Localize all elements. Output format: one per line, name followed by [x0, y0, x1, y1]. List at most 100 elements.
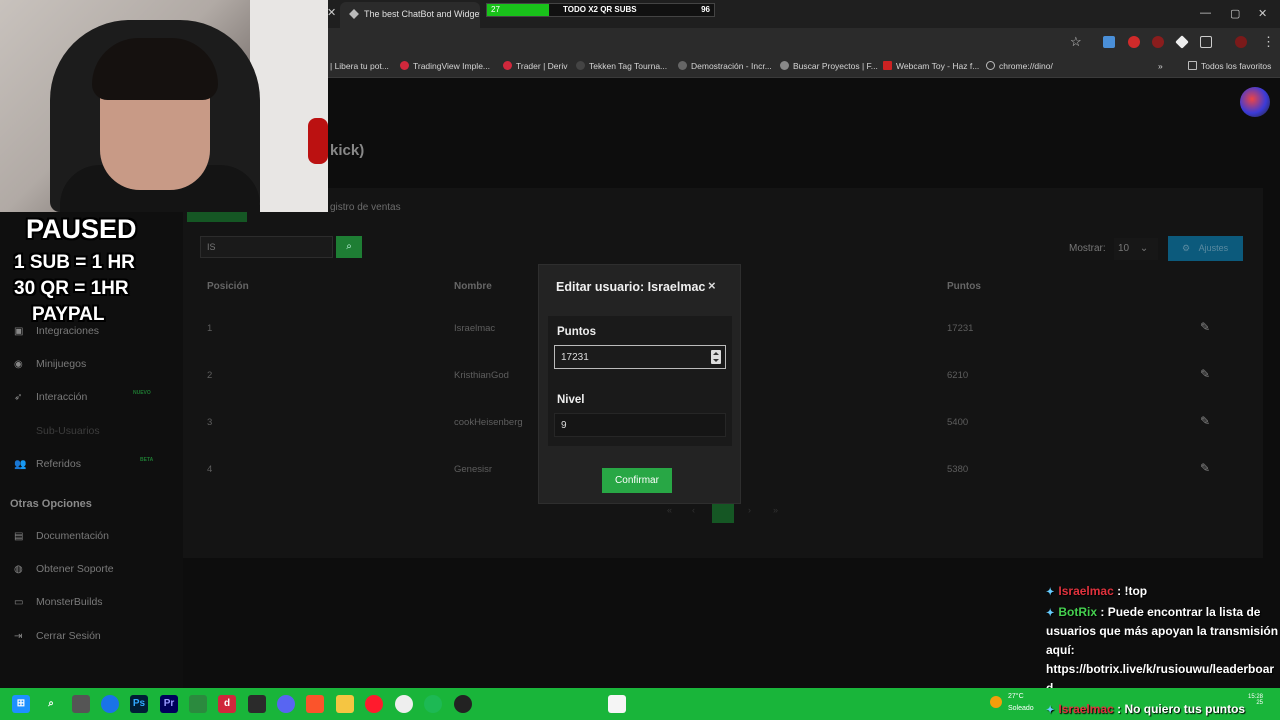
- edit-pencil-icon[interactable]: ✎: [1200, 461, 1210, 475]
- modal-title: Editar usuario: Israelmac: [556, 280, 706, 294]
- close-tab-icon[interactable]: ✕: [327, 6, 336, 19]
- cell-name: Genesisr: [454, 464, 493, 475]
- profile-avatar-icon[interactable]: [1235, 36, 1247, 48]
- extensions-puzzle-icon[interactable]: [1200, 36, 1212, 48]
- pagination-current[interactable]: [712, 503, 734, 523]
- all-bookmarks[interactable]: Todos los favoritos: [1188, 61, 1271, 71]
- column-header-name[interactable]: Nombre: [454, 281, 492, 292]
- folder-icon[interactable]: [336, 695, 354, 713]
- cell-points: 6210: [947, 370, 969, 381]
- windows-start-icon[interactable]: ⊞: [12, 695, 30, 713]
- store-icon[interactable]: [189, 695, 207, 713]
- maximize-icon[interactable]: ▢: [1230, 7, 1240, 20]
- edit-pencil-icon[interactable]: ✎: [1200, 367, 1210, 381]
- bookmark-favicon-icon: [883, 61, 892, 70]
- points-input[interactable]: [554, 345, 726, 369]
- extension-icon[interactable]: [1152, 36, 1164, 48]
- bookmark-item[interactable]: Demostración - Incr...: [678, 61, 772, 71]
- bookmark-item[interactable]: Trader | Deriv: [503, 61, 568, 71]
- cell-name: cookHeisenberg: [454, 417, 523, 428]
- column-header-points[interactable]: Puntos: [947, 281, 981, 292]
- bookmarks-overflow-icon[interactable]: »: [1158, 61, 1163, 71]
- user-avatar[interactable]: [1240, 87, 1270, 117]
- browser-menu-icon[interactable]: ⋮: [1262, 34, 1275, 50]
- discord-icon[interactable]: [277, 695, 295, 713]
- app-icon[interactable]: [72, 695, 90, 713]
- search-input[interactable]: [200, 236, 333, 258]
- points-label: Puntos: [557, 326, 596, 338]
- photoshop-icon[interactable]: Ps: [130, 695, 148, 713]
- sidebar-item-logout[interactable]: ⇥ Cerrar Sesión: [14, 630, 101, 642]
- monitor-icon: ▭: [14, 597, 24, 608]
- other-options-heading: Otras Opciones: [10, 498, 92, 510]
- chat-message: ✦ Israelmac : No quiero tus puntos: [1046, 702, 1246, 716]
- app-icon[interactable]: [608, 695, 626, 713]
- app-icon[interactable]: [248, 695, 266, 713]
- sidebar-item-docs[interactable]: ▤ Documentación: [14, 530, 109, 542]
- confirm-button[interactable]: Confirmar: [602, 468, 672, 493]
- close-icon[interactable]: ×: [708, 278, 716, 293]
- verified-icon: ✦: [1046, 608, 1055, 619]
- bookmark-item[interactable]: TradingView Imple...: [400, 61, 490, 71]
- edit-pencil-icon[interactable]: ✎: [1200, 414, 1210, 428]
- sidebar-item-monsterbuilds[interactable]: ▭ MonsterBuilds: [14, 596, 103, 608]
- bookmark-item[interactable]: Buscar Proyectos | F...: [780, 61, 878, 71]
- bookmark-item[interactable]: Tekken Tag Tourna...: [576, 61, 667, 71]
- column-header-position[interactable]: Posición: [207, 281, 249, 292]
- browser-tab-active[interactable]: The best ChatBot and Widgets: [340, 2, 480, 28]
- pagination-last[interactable]: »: [773, 505, 778, 515]
- chat-message: ✦ BotRix : Puede encontrar la lista de: [1046, 605, 1261, 619]
- sidebar-item-minigames[interactable]: ◉ Minijuegos: [14, 358, 86, 370]
- close-window-icon[interactable]: ✕: [1258, 7, 1267, 20]
- tab-sales-log[interactable]: gistro de ventas: [330, 202, 401, 213]
- sidebar-item-subusers[interactable]: Sub-Usuarios: [14, 425, 100, 437]
- pagination-next[interactable]: ›: [748, 505, 751, 515]
- search-icon: ⌕: [346, 241, 352, 252]
- sidebar-item-integrations[interactable]: ▣ Integraciones: [14, 325, 99, 337]
- sidebar-item-referrals[interactable]: 👥 Referidos: [14, 458, 81, 470]
- premiere-icon[interactable]: Pr: [160, 695, 178, 713]
- sidebar-item-interaction[interactable]: ➶ Interacción: [14, 391, 87, 403]
- pagination-first[interactable]: «: [667, 505, 672, 515]
- opera-icon[interactable]: [365, 695, 383, 713]
- level-input[interactable]: [554, 413, 726, 437]
- bookmark-favicon-icon: [576, 61, 585, 70]
- deriv-icon[interactable]: d: [218, 695, 236, 713]
- bookmark-star-icon[interactable]: ☆: [1070, 34, 1082, 50]
- level-label: Nivel: [557, 394, 585, 406]
- cell-position: 3: [207, 417, 213, 428]
- cell-points: 5380: [947, 464, 969, 475]
- tab-title: The best ChatBot and Widgets: [364, 9, 480, 19]
- chrome-icon[interactable]: [395, 695, 413, 713]
- subgoal-target: 96: [701, 5, 710, 14]
- page-title: kick): [330, 142, 365, 159]
- edit-pencil-icon[interactable]: ✎: [1200, 320, 1210, 334]
- book-icon: ▤: [14, 531, 24, 542]
- subathon-rule-qr: 30 QR = 1HR: [14, 278, 129, 299]
- edge-icon[interactable]: [101, 695, 119, 713]
- pagination-prev[interactable]: ‹: [692, 505, 695, 515]
- subgoal-progress-bar: 27 TODO X2 QR SUBS 96: [486, 3, 715, 17]
- search-icon[interactable]: ⌕: [42, 695, 60, 713]
- people-icon: 👥: [14, 459, 27, 470]
- bookmark-item[interactable]: chrome://dino/: [986, 61, 1053, 71]
- search-button[interactable]: ⌕: [336, 236, 362, 258]
- obs-icon[interactable]: [454, 695, 472, 713]
- settings-button[interactable]: ⚙ Ajustes: [1168, 236, 1243, 261]
- clock[interactable]: 15:28 25: [1248, 694, 1263, 706]
- number-spinner-icon[interactable]: [711, 350, 721, 364]
- extension-icon[interactable]: [1128, 36, 1140, 48]
- badge-icon: ✦: [1046, 705, 1055, 716]
- spotify-icon[interactable]: [424, 695, 442, 713]
- bookmark-favicon-icon: [678, 61, 687, 70]
- bookmark-item[interactable]: Webcam Toy - Haz f...: [883, 61, 979, 71]
- show-entries-select[interactable]: 10 ⌄: [1114, 238, 1158, 260]
- weather-sun-icon: [990, 696, 1002, 708]
- rocket-icon: ➶: [14, 392, 23, 403]
- extension-icon[interactable]: [1103, 36, 1115, 48]
- brave-icon[interactable]: [306, 695, 324, 713]
- cell-position: 1: [207, 323, 213, 334]
- minimize-icon[interactable]: —: [1200, 7, 1211, 19]
- sidebar-item-support[interactable]: ◍ Obtener Soporte: [14, 563, 114, 575]
- bookmark-item[interactable]: | Libera tu pot...: [330, 61, 389, 71]
